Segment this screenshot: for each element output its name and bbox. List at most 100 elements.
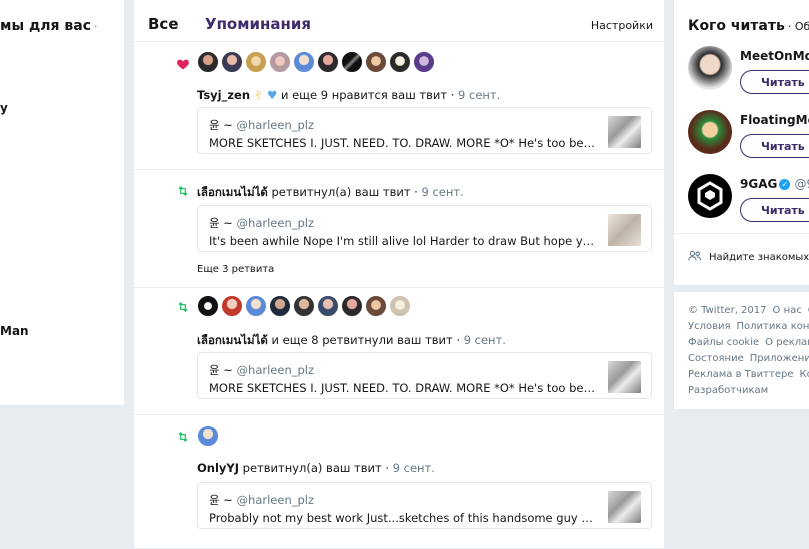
avatar[interactable] — [197, 295, 219, 317]
footer-panel: © Twitter, 2017О насС УсловияПолитика ко… — [674, 292, 809, 409]
avatar[interactable] — [341, 51, 363, 73]
notification-item[interactable]: Tsyj_zen ✌ ♥ и еще 9 нравится ваш твит ·… — [134, 42, 664, 170]
avatar[interactable] — [413, 51, 435, 73]
suggested-user[interactable]: FloatingMe Читать — [688, 110, 809, 166]
user-name[interactable]: FloatingMe — [740, 113, 809, 127]
footer-link[interactable]: Политика конф — [737, 321, 809, 332]
footer-link[interactable]: О реклам — [765, 337, 809, 348]
avatar[interactable] — [221, 51, 243, 73]
find-friends-link[interactable]: Найдите знакомых — [674, 233, 809, 285]
tweet-thumbnail[interactable] — [608, 214, 641, 246]
footer-link[interactable]: Ком — [799, 369, 809, 380]
follow-button[interactable]: Читать — [740, 198, 809, 222]
notification-text: เลือกเมนไม่ได้ и еще 8 ретвитнули ваш тв… — [197, 333, 506, 347]
avatar[interactable] — [293, 295, 315, 317]
footer-row: Разработчикам — [688, 385, 774, 396]
more-retweets-link[interactable]: Еще 3 ретвита — [197, 264, 274, 275]
footer-link[interactable]: Условия — [688, 321, 731, 332]
people-icon — [688, 250, 702, 261]
avatar[interactable] — [365, 51, 387, 73]
heart-icon — [177, 59, 189, 70]
user-name[interactable]: MeetOnMor — [740, 49, 809, 63]
avatar[interactable] — [317, 295, 339, 317]
quoted-author: 윤 ~ @harleen_plz — [209, 216, 315, 230]
left-item[interactable]: y — [0, 101, 8, 115]
footer-link[interactable]: Состояние — [688, 353, 744, 364]
avatar[interactable] — [688, 174, 732, 218]
footer-link[interactable]: О нас — [773, 305, 802, 316]
quoted-tweet[interactable]: 윤 ~ @harleen_plz Probably not my best wo… — [197, 482, 652, 529]
notification-text: Tsyj_zen ✌ ♥ и еще 9 нравится ваш твит ·… — [197, 88, 501, 102]
avatar[interactable] — [365, 295, 387, 317]
follow-button[interactable]: Читать — [740, 134, 809, 158]
avatar[interactable] — [688, 46, 732, 90]
notification-item[interactable]: เลือกเมนไม่ได้ и еще 8 ретвитнули ваш тв… — [134, 288, 664, 415]
victory-hand-emoji: ✌ — [253, 88, 264, 102]
avatar[interactable] — [245, 51, 267, 73]
timestamp[interactable]: 9 сент. — [458, 88, 500, 102]
trends-panel: мы для вас · y Man — [0, 0, 124, 405]
notifications-timeline: Все Упоминания Настройки Tsyj_zen ✌ ♥ и … — [134, 0, 664, 549]
tab-all[interactable]: Все — [148, 15, 179, 33]
timestamp[interactable]: 9 сент. — [422, 185, 464, 199]
settings-link[interactable]: Настройки — [591, 19, 653, 32]
footer-link[interactable]: Файлы cookie — [688, 337, 759, 348]
avatar[interactable] — [221, 295, 243, 317]
quoted-tweet[interactable]: 윤 ~ @harleen_plz MORE SKETCHES I. JUST. … — [197, 352, 652, 399]
footer-row: Файлы cookie О реклам — [688, 337, 809, 348]
notification-item[interactable]: เลือกเมนไม่ได้ ретвитнул(а) ваш твит · 9… — [134, 170, 664, 288]
avatar[interactable] — [688, 110, 732, 154]
footer-row: Состояние Приложения — [688, 353, 809, 364]
quoted-text: MORE SKETCHES I. JUST. NEED. TO. DRAW. M… — [209, 136, 599, 150]
follow-button[interactable]: Читать — [740, 70, 809, 94]
who-to-follow-title: Кого читать· Обн — [688, 18, 809, 34]
timestamp[interactable]: 9 сент. — [464, 333, 506, 347]
avatar[interactable] — [389, 295, 411, 317]
quoted-tweet[interactable]: 윤 ~ @harleen_plz MORE SKETCHES I. JUST. … — [197, 107, 652, 154]
user-name[interactable]: เลือกเมนไม่ได้ — [197, 333, 268, 347]
avatar[interactable] — [269, 51, 291, 73]
refresh-link[interactable]: · Обн — [788, 20, 809, 33]
tab-mentions[interactable]: Упоминания — [205, 15, 311, 33]
timestamp[interactable]: 9 сент. — [393, 461, 435, 475]
suggested-user[interactable]: MeetOnMor Читать — [688, 46, 809, 102]
user-name[interactable]: 9GAG✓ @9 — [740, 177, 809, 191]
avatar[interactable] — [269, 295, 291, 317]
9gag-logo-icon — [697, 181, 723, 211]
quoted-text: It's been awhile Nope I'm still alive lo… — [209, 234, 599, 248]
avatar[interactable] — [293, 51, 315, 73]
quoted-text: MORE SKETCHES I. JUST. NEED. TO. DRAW. M… — [209, 381, 599, 395]
avatar[interactable] — [197, 425, 219, 447]
tweet-thumbnail[interactable] — [608, 116, 641, 148]
footer-link[interactable]: © Twitter, 2017 — [688, 305, 767, 316]
avatar[interactable] — [197, 51, 219, 73]
tweet-thumbnail[interactable] — [608, 491, 641, 523]
avatar-row — [197, 425, 219, 447]
tweet-thumbnail[interactable] — [608, 361, 641, 393]
left-item[interactable]: Man — [0, 324, 29, 338]
notifications-header: Все Упоминания Настройки — [134, 0, 664, 42]
footer-row: © Twitter, 2017О насС — [688, 305, 809, 316]
user-name[interactable]: เลือกเมนไม่ได้ — [197, 185, 268, 199]
retweet-icon — [178, 302, 188, 312]
quoted-tweet[interactable]: 윤 ~ @harleen_plz It's been awhile Nope I… — [197, 205, 652, 252]
avatar[interactable] — [341, 295, 363, 317]
avatar[interactable] — [245, 295, 267, 317]
retweet-icon — [178, 432, 188, 442]
user-name[interactable]: Tsyj_zen — [197, 88, 250, 102]
suggested-user[interactable]: 9GAG✓ @9 Читать — [688, 174, 809, 230]
verified-badge-icon: ✓ — [779, 179, 791, 190]
trends-title: мы для вас · — [0, 18, 98, 34]
footer-row: Условия Политика конф — [688, 321, 809, 332]
avatar[interactable] — [389, 51, 411, 73]
avatar-row — [197, 295, 411, 317]
avatar[interactable] — [317, 51, 339, 73]
blue-heart-icon: ♥ — [266, 88, 278, 102]
footer-link[interactable]: Разработчикам — [688, 385, 768, 396]
quoted-author: 윤 ~ @harleen_plz — [209, 363, 315, 377]
user-name[interactable]: OnlyYJ — [197, 461, 239, 475]
footer-link[interactable]: Реклама в Твиттере — [688, 369, 793, 380]
footer-row: Реклама в Твиттере Ком — [688, 369, 809, 380]
footer-link[interactable]: Приложения — [750, 353, 809, 364]
notification-item[interactable]: OnlyYJ ретвитнул(а) ваш твит · 9 сент. 윤… — [134, 415, 664, 549]
